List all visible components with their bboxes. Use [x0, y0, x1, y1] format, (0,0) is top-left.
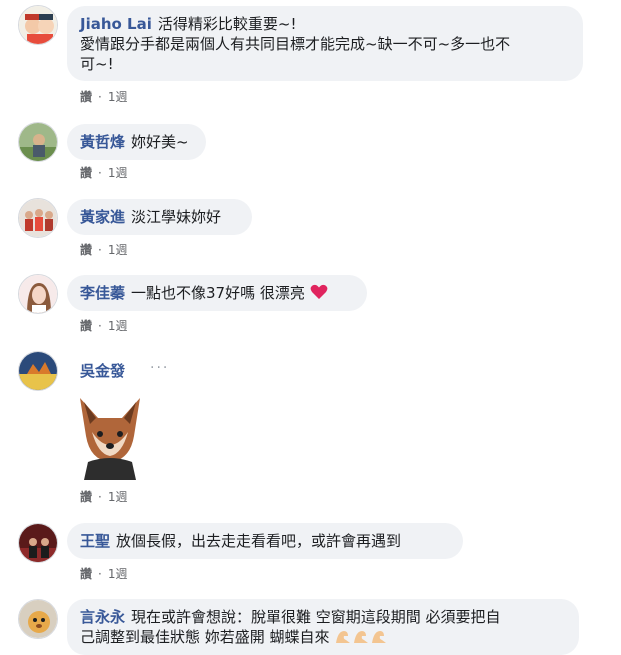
comment-text: 愛情跟分手都是兩個人有共同目標才能完成~缺一不可~多一也不	[80, 35, 511, 53]
timestamp[interactable]: 1週	[108, 488, 128, 505]
avatar[interactable]	[18, 274, 58, 314]
commenter-name[interactable]: 黃家進	[80, 208, 125, 226]
timestamp[interactable]: 1週	[108, 565, 128, 582]
like-button[interactable]: 讚	[80, 88, 92, 105]
avatar-cartoon-icon	[19, 6, 57, 44]
commenter-name[interactable]: 王聖	[80, 532, 110, 550]
avatar-pet-icon	[19, 600, 57, 638]
comment-actions: 讚 · 1週	[80, 317, 128, 334]
avatar-photo-icon	[19, 123, 57, 161]
comment-bubble: 黃哲烽 妳好美~	[67, 124, 206, 160]
avatar-group-photo-icon	[19, 199, 57, 237]
timestamp[interactable]: 1週	[108, 88, 128, 105]
comment-text: 可~!	[80, 55, 114, 73]
commenter-name[interactable]: 李佳蓁	[80, 284, 125, 302]
avatar[interactable]	[18, 351, 58, 391]
comment-actions: 讚 · 1週	[80, 488, 128, 505]
avatar-photo-icon	[19, 524, 57, 562]
comment-bubble: 黃家進 淡江學妹妳好	[67, 199, 252, 235]
like-button[interactable]: 讚	[80, 241, 92, 258]
flexed-biceps-icon	[336, 631, 387, 643]
more-options-icon[interactable]: ···	[150, 360, 169, 376]
timestamp[interactable]: 1週	[108, 164, 128, 181]
comment-text: 活得精彩比較重要~!	[157, 15, 297, 33]
comment-actions: 讚 · 1週	[80, 88, 128, 105]
comment-actions: 讚 · 1週	[80, 565, 128, 582]
comment-text: 放個長假，出去走走看看吧，或許會再遇到	[116, 532, 402, 550]
commenter-name[interactable]: 言永永	[80, 608, 125, 626]
comment-text: 己調整到最佳狀態 妳若盛開 蝴蝶自來	[80, 628, 330, 646]
avatar-emblem-icon	[19, 352, 57, 390]
fox-sticker-icon	[80, 398, 140, 480]
commenter-name[interactable]: 黃哲烽	[80, 133, 125, 151]
comment-bubble: Jiaho Lai 活得精彩比較重要~! 愛情跟分手都是兩個人有共同目標才能完成~…	[67, 6, 583, 81]
timestamp[interactable]: 1週	[108, 241, 128, 258]
avatar[interactable]	[18, 523, 58, 563]
avatar-portrait-icon	[19, 275, 57, 313]
avatar[interactable]	[18, 122, 58, 162]
comment-text: 淡江學妹妳好	[131, 208, 222, 226]
comment-text: 現在或許會想說：脫單很難 空窗期這段期間 必須要把自	[131, 608, 501, 626]
heart-icon	[310, 284, 328, 299]
comment-actions: 讚 · 1週	[80, 241, 128, 258]
like-button[interactable]: 讚	[80, 164, 92, 181]
comment-bubble: 言永永 現在或許會想說：脫單很難 空窗期這段期間 必須要把自 己調整到最佳狀態 妳…	[67, 599, 579, 655]
like-button[interactable]: 讚	[80, 488, 92, 505]
comment-text: 妳好美~	[131, 133, 189, 151]
avatar[interactable]	[18, 599, 58, 639]
like-button[interactable]: 讚	[80, 565, 92, 582]
comment-text: 一點也不像37好嗎 很漂亮	[131, 284, 305, 302]
comment-bubble: 王聖 放個長假，出去走走看看吧，或許會再遇到	[67, 523, 463, 559]
avatar[interactable]	[18, 198, 58, 238]
avatar[interactable]	[18, 5, 58, 45]
timestamp[interactable]: 1週	[108, 317, 128, 334]
commenter-name[interactable]: Jiaho Lai	[80, 15, 152, 33]
comment-bubble: 李佳蓁 一點也不像37好嗎 很漂亮	[67, 275, 367, 311]
like-button[interactable]: 讚	[80, 317, 92, 334]
fox-sticker	[70, 388, 150, 480]
comment-actions: 讚 · 1週	[80, 164, 128, 181]
commenter-name[interactable]: 吳金發	[80, 360, 125, 381]
